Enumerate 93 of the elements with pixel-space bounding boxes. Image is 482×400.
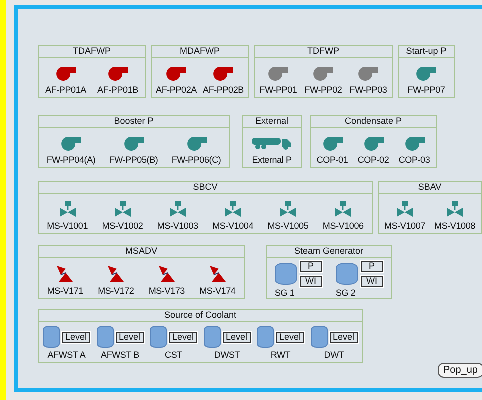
- pump-icon: [54, 64, 77, 82]
- valve-icon: [335, 201, 352, 217]
- group-title: MSADV: [39, 246, 244, 258]
- group-title: Steam Generator: [267, 246, 391, 258]
- equipment-label: AF-PP01A: [46, 85, 86, 96]
- indicator-label: Level: [116, 332, 144, 342]
- tank-icon: [310, 326, 328, 348]
- equipment-label: MS-V1007: [384, 221, 426, 232]
- pump-icon: [404, 134, 426, 152]
- equipment-label: FW-PP01: [260, 85, 298, 96]
- pump-icon: [165, 64, 188, 82]
- indicator-label: Level: [276, 332, 304, 342]
- pump-icon: [60, 134, 82, 152]
- equipment-label: COP-03: [398, 155, 430, 166]
- equipment-label: FW-PP02: [304, 85, 342, 96]
- group-title: External: [243, 116, 301, 128]
- group-title: SBCV: [39, 182, 372, 194]
- group-title: Start-up P: [399, 46, 454, 58]
- equipment-label: DWT: [324, 350, 344, 361]
- tank-icon: [43, 326, 60, 348]
- indicator-label: Level: [62, 332, 90, 342]
- equipment-label: AF-PP01B: [98, 85, 138, 96]
- equipment-label: FW-PP06(C): [172, 155, 222, 166]
- group-title: Condensate P: [311, 116, 436, 128]
- relief-valve-icon: [107, 265, 126, 283]
- relief-valve-icon: [158, 265, 176, 283]
- group-title: Booster P: [39, 116, 229, 128]
- tanker-truck-icon: [252, 136, 292, 150]
- equipment-label: DWST: [214, 350, 240, 361]
- equipment-label: MS-V174: [200, 286, 236, 297]
- indicator-label: Level: [169, 332, 197, 342]
- tank-icon: [150, 326, 168, 348]
- pump-icon: [312, 64, 334, 82]
- indicator-label: Level: [222, 332, 250, 342]
- valve-icon: [280, 201, 296, 217]
- group-title: TDAFWP: [39, 46, 145, 58]
- equipment-label: FW-PP04(A): [46, 155, 96, 166]
- group-title: MDAFWP: [152, 46, 248, 58]
- equipment-label: AF-PP02B: [203, 85, 244, 96]
- equipment-label: COP-02: [358, 155, 390, 166]
- valve-icon: [170, 201, 186, 217]
- indicator-label: Level: [330, 332, 358, 342]
- indicator-label: WI: [361, 276, 383, 287]
- equipment-label: MS-V172: [98, 286, 134, 297]
- relief-valve-icon: [56, 265, 74, 283]
- valve-icon: [225, 201, 242, 217]
- equipment-label: MS-V1008: [434, 221, 476, 232]
- equipment-label: AFWST B: [101, 350, 140, 361]
- equipment-label: FW-PP07: [408, 85, 446, 96]
- tank-icon: [257, 326, 274, 348]
- steam-generator-icon: [336, 263, 358, 285]
- equipment-label: MS-V1005: [268, 221, 309, 232]
- valve-icon: [60, 201, 76, 217]
- equipment-label: CST: [165, 350, 182, 361]
- equipment-label: MS-V1002: [102, 221, 144, 232]
- indicator-label: WI: [300, 276, 322, 287]
- pump-icon: [362, 134, 384, 152]
- equipment-label: SG 2: [336, 288, 356, 299]
- valve-icon: [446, 201, 463, 217]
- indicator-label: P: [361, 261, 383, 272]
- tank-icon: [204, 326, 221, 348]
- group-title: SBAV: [379, 182, 481, 194]
- equipment-label: MS-V1004: [212, 221, 254, 232]
- pump-icon: [267, 64, 290, 82]
- group-title: TDFWP: [255, 46, 392, 58]
- pump-icon: [415, 64, 438, 82]
- equipment-label: MS-V1001: [47, 221, 88, 232]
- valve-icon: [396, 201, 413, 217]
- equipment-label: COP-01: [316, 155, 348, 166]
- group-title: Source of Coolant: [39, 310, 362, 322]
- equipment-label: External P: [252, 155, 292, 166]
- pump-icon: [212, 64, 234, 82]
- valve-icon: [114, 201, 131, 217]
- equipment-label: MS-V1006: [322, 221, 364, 232]
- equipment-label: MS-V1003: [157, 221, 198, 232]
- popup-button[interactable]: Pop_up: [438, 363, 482, 378]
- indicator-label: P: [300, 261, 322, 272]
- pump-icon: [322, 134, 344, 152]
- pump-icon: [186, 134, 208, 152]
- relief-valve-icon: [208, 265, 227, 283]
- equipment-label: MS-V173: [148, 286, 185, 297]
- equipment-label: AFWST A: [48, 350, 86, 361]
- pump-icon: [122, 134, 145, 152]
- steam-generator-icon: [275, 263, 297, 285]
- pump-icon: [357, 64, 380, 82]
- pump-icon: [106, 64, 129, 82]
- equipment-label: RWT: [270, 350, 291, 361]
- equipment-label: FW-PP03: [350, 85, 388, 96]
- equipment-label: SG 1: [275, 288, 295, 299]
- equipment-label: FW-PP05(B): [109, 155, 158, 166]
- equipment-label: AF-PP02A: [156, 85, 197, 96]
- tank-icon: [96, 326, 114, 348]
- equipment-label: MS-V171: [47, 286, 84, 297]
